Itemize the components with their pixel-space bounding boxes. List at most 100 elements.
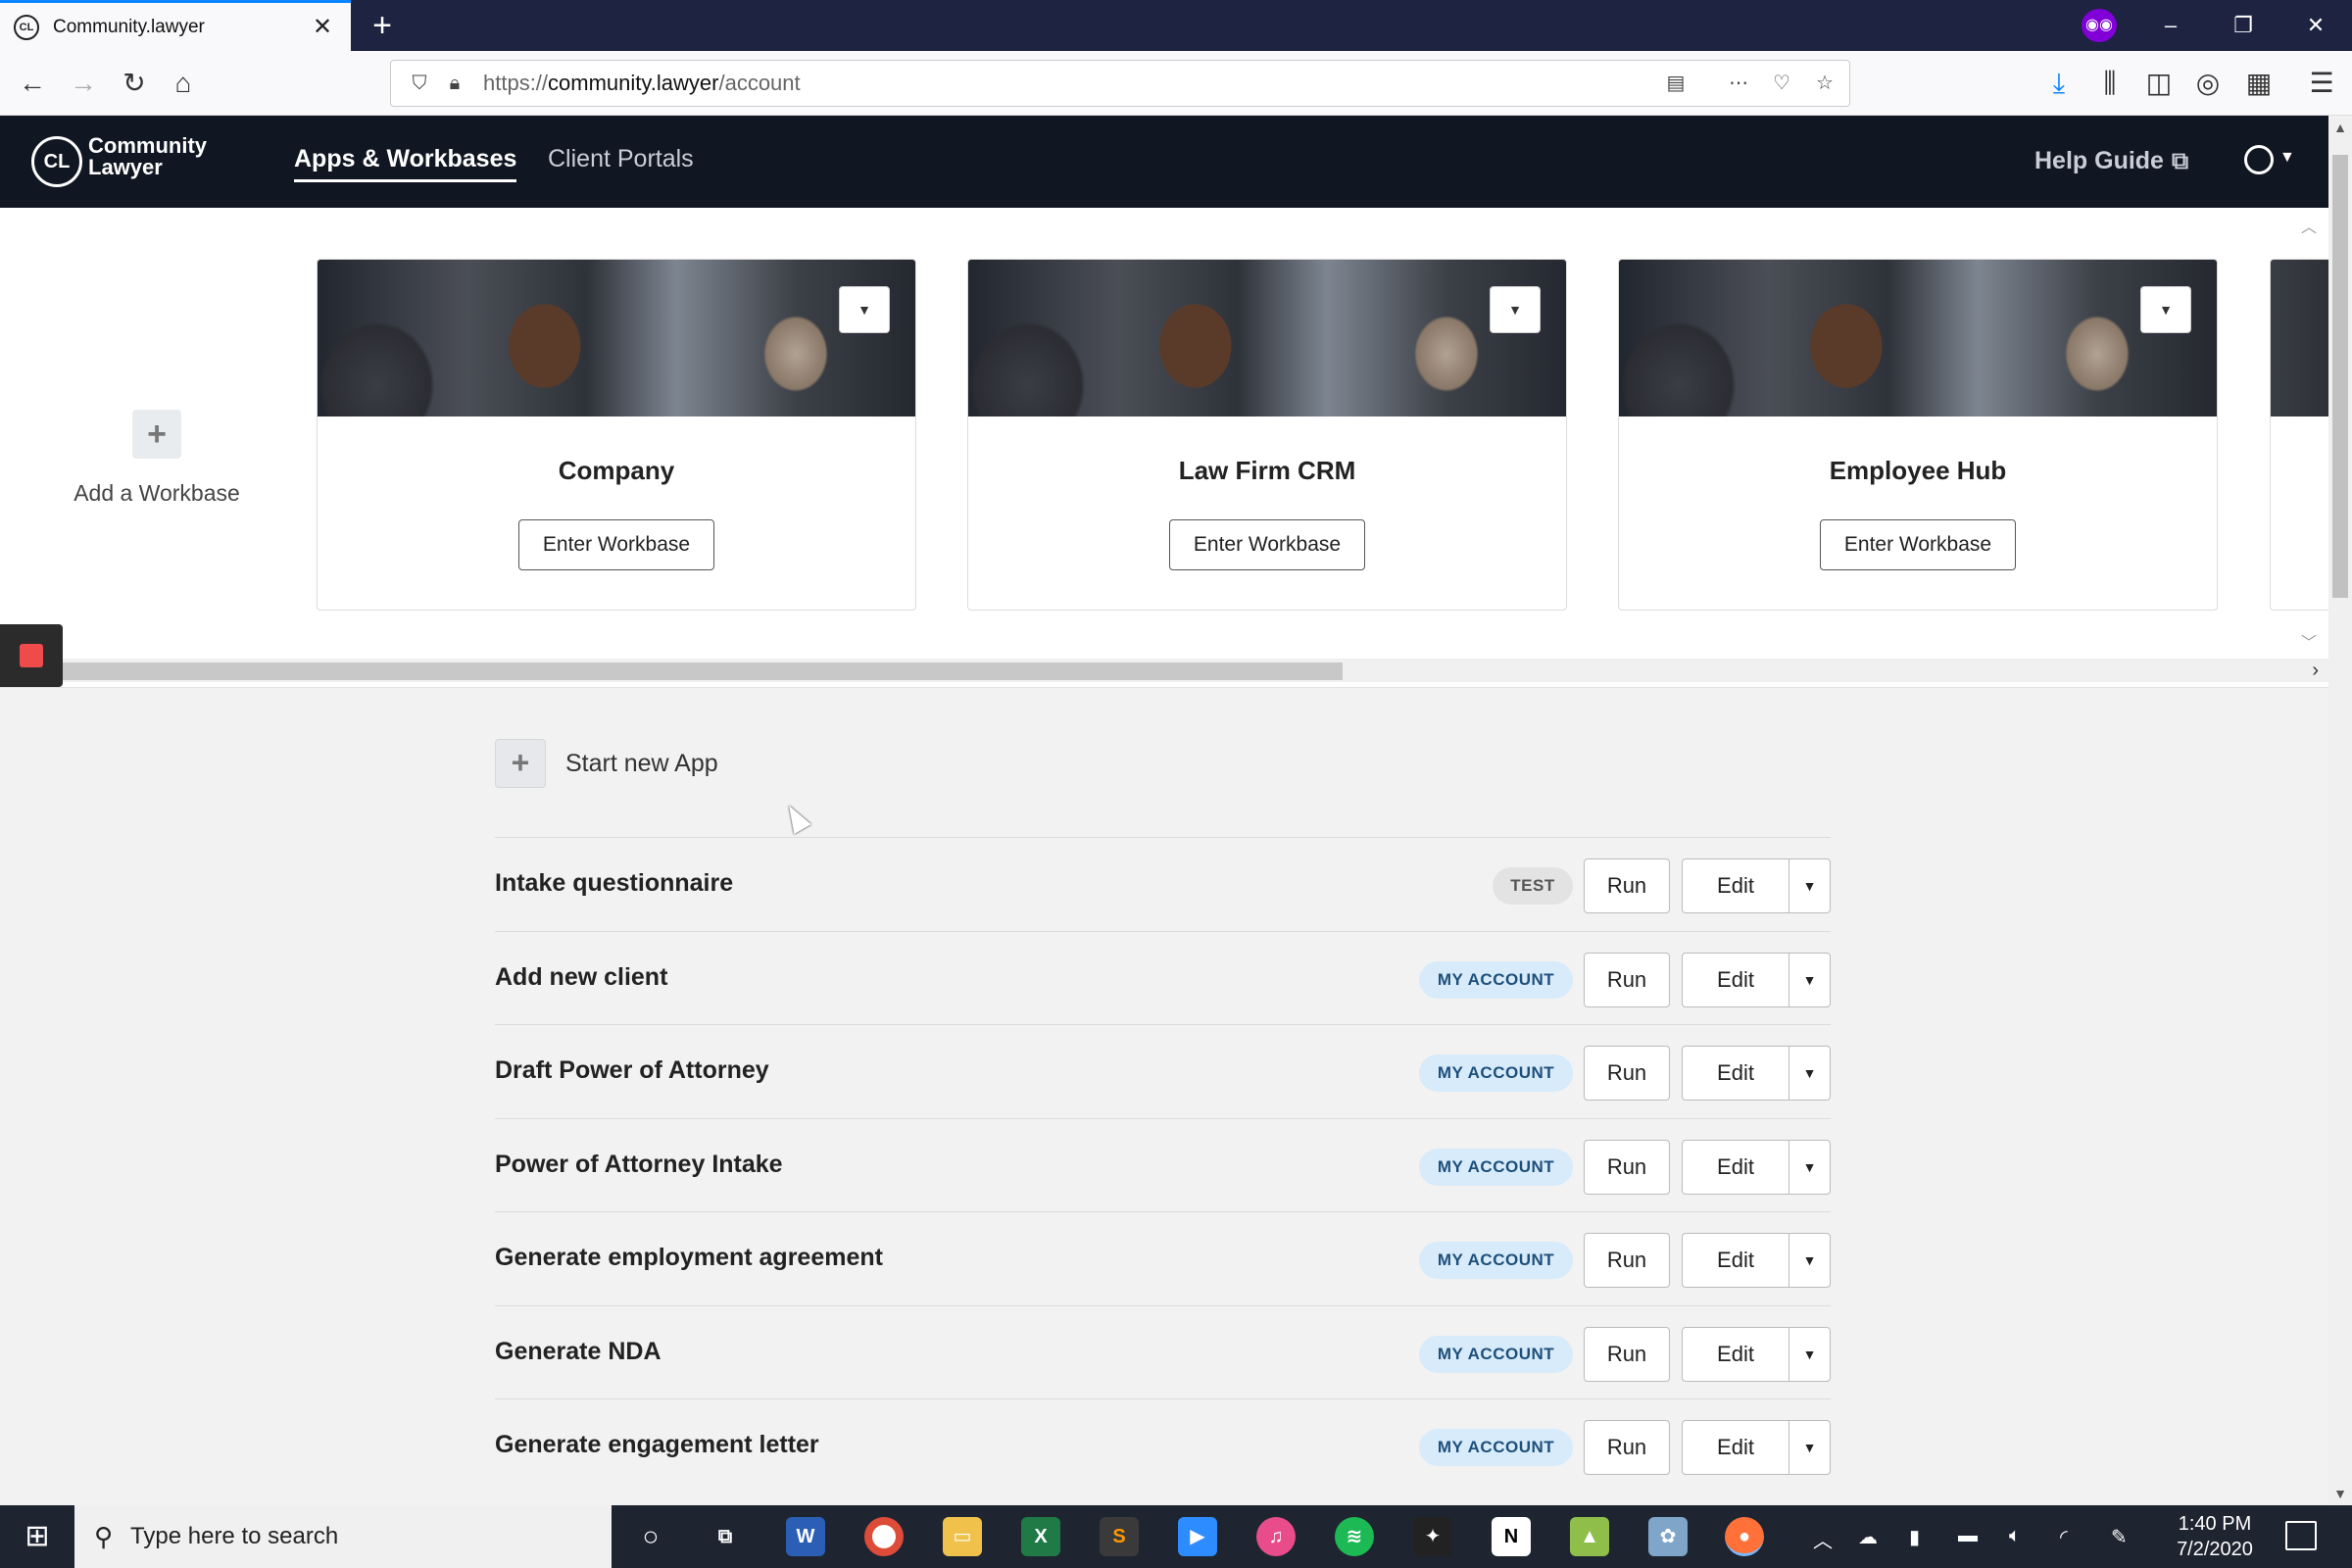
run-button[interactable]: Run: [1584, 1139, 1670, 1195]
pocket-icon[interactable]: ♡: [1767, 69, 1796, 98]
sublime-text-icon[interactable]: S: [1100, 1517, 1139, 1556]
pen-icon[interactable]: ✎: [2111, 1525, 2128, 1549]
chevron-down-icon[interactable]: ▼: [1788, 858, 1831, 913]
chevron-down-icon[interactable]: ▼: [1788, 1420, 1831, 1475]
plus-icon[interactable]: +: [132, 410, 181, 459]
zoom-icon[interactable]: ▶: [1178, 1517, 1217, 1556]
taskbar-clock[interactable]: 1:40 PM 7/2/2020: [2166, 1511, 2264, 1562]
extension-icon[interactable]: ▦: [2238, 63, 2279, 104]
page-scrollbar[interactable]: ▲ ▼: [2328, 116, 2352, 1505]
menu-icon[interactable]: ☰: [2301, 63, 2342, 104]
scroll-right-icon[interactable]: ›: [2312, 659, 2319, 682]
run-button[interactable]: Run: [1584, 858, 1670, 913]
close-window-icon[interactable]: ✕: [2281, 0, 2350, 51]
carousel-scrollbar-thumb[interactable]: [63, 662, 1343, 680]
battery-icon[interactable]: ▬: [1958, 1525, 1978, 1547]
account-icon[interactable]: ◎: [2187, 63, 2229, 104]
enter-workbase-button[interactable]: Enter Workbase: [1820, 519, 2016, 570]
bookmark-star-icon[interactable]: ☆: [1810, 69, 1839, 98]
taskbar-search-placeholder[interactable]: Type here to search: [130, 1523, 338, 1550]
forward-icon[interactable]: →: [63, 63, 104, 104]
add-workbase-label[interactable]: Add a Workbase: [59, 480, 255, 507]
workbase-menu-caret-icon[interactable]: ▼: [2140, 286, 2191, 333]
app-name[interactable]: Add new client: [495, 963, 667, 992]
carousel-scroll-up-icon[interactable]: ︿: [2301, 214, 2317, 237]
run-button[interactable]: Run: [1584, 952, 1670, 1007]
edit-button[interactable]: Edit: [1682, 1326, 1789, 1382]
workbase-menu-caret-icon[interactable]: ▼: [1490, 286, 1541, 333]
run-button[interactable]: Run: [1584, 1420, 1670, 1475]
chevron-down-icon[interactable]: ▼: [2279, 149, 2295, 167]
nav-apps-workbases[interactable]: Apps & Workbases: [294, 145, 517, 182]
run-button[interactable]: Run: [1584, 1326, 1670, 1382]
onedrive-icon[interactable]: ☁: [1858, 1525, 1878, 1549]
chrome-icon[interactable]: [864, 1517, 904, 1556]
start-new-app[interactable]: + Start new App: [495, 739, 718, 788]
notion-icon[interactable]: N: [1492, 1517, 1531, 1556]
file-explorer-icon[interactable]: ▭: [943, 1517, 982, 1556]
close-tab-icon[interactable]: ✕: [308, 13, 337, 41]
help-guide-link[interactable]: Help Guide ⧉: [2034, 147, 2188, 175]
restore-window-icon[interactable]: ❐: [2209, 0, 2278, 51]
excel-icon[interactable]: X: [1021, 1517, 1060, 1556]
notifications-icon[interactable]: [2285, 1521, 2317, 1550]
run-button[interactable]: Run: [1584, 1233, 1670, 1288]
windows-start-icon[interactable]: ⊞: [0, 1505, 74, 1568]
new-tab-icon[interactable]: +: [363, 6, 402, 45]
edit-button[interactable]: Edit: [1682, 952, 1789, 1007]
edit-button[interactable]: Edit: [1682, 1046, 1789, 1101]
volume-icon[interactable]: 🔈︎: [2009, 1525, 2021, 1547]
chevron-down-icon[interactable]: ▼: [1788, 1326, 1831, 1382]
app-name[interactable]: Draft Power of Attorney: [495, 1056, 769, 1085]
carousel-scrollbar[interactable]: ›: [63, 659, 2328, 682]
word-icon[interactable]: W: [786, 1517, 825, 1556]
tray-chevron-up-icon[interactable]: ︿: [1813, 1525, 1833, 1553]
app-name[interactable]: Intake questionnaire: [495, 869, 733, 898]
scrollbar-thumb[interactable]: [2332, 155, 2348, 598]
itunes-icon[interactable]: ♫: [1256, 1517, 1296, 1556]
reader-view-icon[interactable]: ▤: [1661, 69, 1690, 98]
chevron-down-icon[interactable]: ▼: [1788, 1233, 1831, 1288]
app-name[interactable]: Generate NDA: [495, 1338, 662, 1366]
nav-client-portals[interactable]: Client Portals: [548, 145, 694, 173]
chevron-down-icon[interactable]: ▼: [1788, 1046, 1831, 1101]
sidebar-icon[interactable]: ◫: [2138, 63, 2180, 104]
spotify-icon[interactable]: ≋: [1335, 1517, 1374, 1556]
cortana-icon[interactable]: ○: [631, 1517, 670, 1556]
enter-workbase-button[interactable]: Enter Workbase: [518, 519, 714, 570]
image-viewer-icon[interactable]: ▲: [1570, 1517, 1609, 1556]
plus-icon[interactable]: +: [495, 739, 546, 788]
task-view-icon[interactable]: ⧉: [706, 1517, 745, 1556]
home-icon[interactable]: ⌂: [163, 63, 204, 104]
edit-button[interactable]: Edit: [1682, 1420, 1789, 1475]
reload-icon[interactable]: ↻: [114, 63, 155, 104]
edit-button[interactable]: Edit: [1682, 858, 1789, 913]
app-name[interactable]: Generate employment agreement: [495, 1244, 883, 1272]
library-icon[interactable]: ⫼: [2089, 63, 2131, 104]
back-icon[interactable]: ←: [12, 63, 53, 104]
carousel-scroll-down-icon[interactable]: ﹀: [2301, 629, 2317, 653]
app-icon[interactable]: ✿: [1648, 1517, 1688, 1556]
enter-workbase-button[interactable]: Enter Workbase: [1169, 519, 1365, 570]
shield-icon[interactable]: ⛉: [405, 69, 434, 98]
downloads-icon[interactable]: ⤓: [2038, 63, 2080, 104]
figma-icon[interactable]: ✦: [1413, 1517, 1452, 1556]
scroll-down-icon[interactable]: ▼: [2328, 1482, 2352, 1505]
app-name[interactable]: Generate engagement letter: [495, 1431, 819, 1459]
microphone-icon[interactable]: ▮: [1909, 1525, 1920, 1549]
logo-text[interactable]: Community Lawyer: [88, 135, 207, 178]
wifi-icon[interactable]: ◜: [2060, 1525, 2068, 1549]
app-name[interactable]: Power of Attorney Intake: [495, 1151, 783, 1179]
url-bar[interactable]: ⛉ 🔒︎ https://community.lawyer/account ▤ …: [390, 60, 1850, 107]
start-new-app-label[interactable]: Start new App: [565, 750, 718, 778]
lock-icon[interactable]: 🔒︎: [440, 69, 469, 98]
scroll-up-icon[interactable]: ▲: [2328, 116, 2352, 139]
user-avatar-icon[interactable]: [2244, 145, 2274, 174]
chevron-down-icon[interactable]: ▼: [1788, 1139, 1831, 1195]
add-workbase[interactable]: + Add a Workbase: [59, 410, 255, 507]
workbase-menu-caret-icon[interactable]: ▼: [839, 286, 890, 333]
chevron-down-icon[interactable]: ▼: [1788, 952, 1831, 1007]
firefox-icon[interactable]: ●: [1725, 1517, 1764, 1556]
record-stop-button[interactable]: [0, 624, 63, 687]
edit-button[interactable]: Edit: [1682, 1139, 1789, 1195]
